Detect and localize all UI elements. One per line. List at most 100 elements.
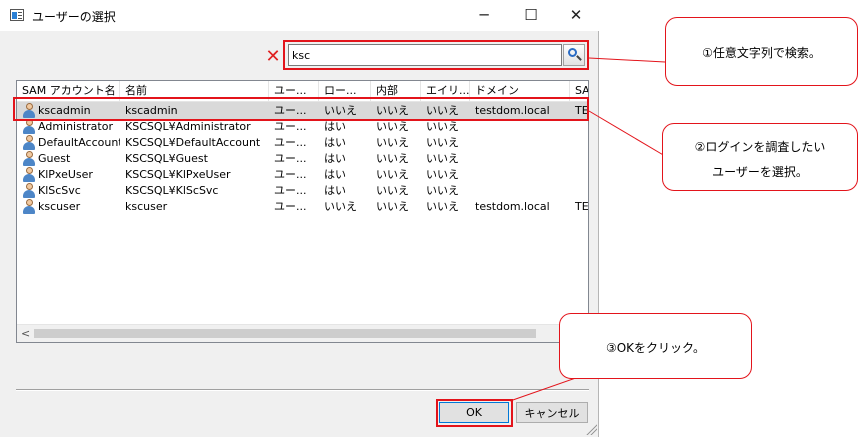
search-input[interactable] [288, 44, 562, 66]
divider [16, 389, 589, 391]
cell-name: kscuser [125, 200, 168, 213]
user-icon [22, 119, 36, 134]
cell-domain [470, 166, 570, 183]
cell-local: はい [324, 184, 346, 197]
app-icon [10, 9, 24, 21]
callout-line: ユーザーを選択。 [712, 165, 808, 179]
cell-name: KSCSQL¥DefaultAccount [125, 136, 261, 149]
cell-sam: kscadmin [38, 104, 91, 117]
callout-ok: ③OKをクリック。 [559, 313, 752, 379]
callout-line: ③OKをクリック。 [605, 341, 706, 355]
dialog-title: ユーザーの選択 [32, 10, 116, 24]
cell-alias: いいえ [426, 136, 459, 149]
horizontal-scrollbar[interactable]: < [17, 324, 588, 342]
user-icon [22, 199, 36, 214]
cell-alias: いいえ [426, 104, 459, 117]
cell-type: ユー... [274, 200, 307, 213]
user-icon [22, 103, 36, 118]
user-select-dialog: ユーザーの選択 ─ ☐ ✕ ✕ SAM アカウント名名前ユー...ロー...内部… [0, 0, 599, 437]
callout-select: ②ログインを調査したい ユーザーを選択。 [662, 123, 858, 191]
cell-domain [470, 150, 570, 167]
cell-domain [470, 134, 570, 151]
cell-internal: いいえ [376, 184, 409, 197]
cell-type: ユー... [274, 104, 307, 117]
cell-local: はい [324, 136, 346, 149]
cell-domain: testdom.local [475, 200, 550, 213]
scrollbar-thumb[interactable] [34, 329, 536, 338]
callout-line: ①任意文字列で検索。 [702, 46, 821, 60]
cell-local: いいえ [324, 200, 357, 213]
cell-domain: testdom.local [475, 104, 550, 117]
cell-sa [570, 166, 588, 183]
cell-sam: Administrator [38, 120, 113, 133]
column-header-sa[interactable]: SA [570, 81, 588, 101]
cell-local: はい [324, 120, 346, 133]
table-row[interactable]: Guest KSCSQL¥Guest ユー... はい いいえ いいえ [17, 150, 588, 167]
table-row[interactable]: kscadmin kscadmin ユー... いいえ いいえ いいえ testdom.lo… [17, 102, 588, 119]
cell-internal: いいえ [376, 152, 409, 165]
cell-internal: いいえ [376, 200, 409, 213]
ok-button[interactable]: OK [439, 402, 509, 423]
cell-type: ユー... [274, 168, 307, 181]
select-leader-line [588, 110, 666, 157]
column-header-type[interactable]: ユー... [269, 81, 319, 101]
cell-name: KSCSQL¥Guest [125, 152, 208, 165]
list-header: SAM アカウント名 名前 ユー... ロー... 内部 エイリ... ドメイン SA [17, 81, 588, 102]
cell-sa: TE [575, 200, 589, 213]
column-header-internal[interactable]: 内部 [371, 81, 421, 101]
cell-name: KSCSQL¥KlPxeUser [125, 168, 231, 181]
cell-alias: いいえ [426, 120, 459, 133]
table-row[interactable]: KlPxeUser KSCSQL¥KlPxeUser ユー... はい いいえ いいえ [17, 166, 588, 183]
cell-sam: KlPxeUser [38, 168, 93, 181]
cell-name: kscadmin [125, 104, 178, 117]
cell-internal: いいえ [376, 104, 409, 117]
close-button[interactable]: ✕ [553, 0, 599, 31]
cell-sam: kscuser [38, 200, 81, 213]
table-row[interactable]: DefaultAccount KSCSQL¥DefaultAccount ユー...… [17, 134, 588, 151]
cell-alias: いいえ [426, 184, 459, 197]
cell-alias: いいえ [426, 152, 459, 165]
cell-type: ユー... [274, 136, 307, 149]
column-header-local[interactable]: ロー... [319, 81, 371, 101]
user-icon [22, 135, 36, 150]
cell-alias: いいえ [426, 168, 459, 181]
cell-alias: いいえ [426, 200, 459, 213]
callout-line: ②ログインを調査したい [694, 140, 826, 154]
cell-type: ユー... [274, 184, 307, 197]
user-icon [22, 167, 36, 182]
cell-sam: Guest [38, 152, 71, 165]
cell-internal: いいえ [376, 168, 409, 181]
column-header-sam[interactable]: SAM アカウント名 [17, 81, 120, 101]
cell-sa [570, 150, 588, 167]
cell-sa [570, 182, 588, 199]
column-header-domain[interactable]: ドメイン [470, 81, 570, 101]
maximize-button[interactable]: ☐ [508, 0, 554, 31]
cell-type: ユー... [274, 152, 307, 165]
cell-type: ユー... [274, 120, 307, 133]
user-icon [22, 151, 36, 166]
column-header-alias[interactable]: エイリ... [421, 81, 470, 101]
table-row[interactable]: Administrator KSCSQL¥Administrator ユー... はい… [17, 118, 588, 135]
scroll-left-icon[interactable]: < [21, 327, 30, 340]
cancel-button[interactable]: キャンセル [516, 402, 588, 423]
cell-sa [570, 134, 588, 151]
cell-name: KSCSQL¥Administrator [125, 120, 251, 133]
cell-internal: いいえ [376, 136, 409, 149]
search-button[interactable] [563, 44, 585, 66]
callout-search: ①任意文字列で検索。 [665, 17, 858, 86]
cell-name: KSCSQL¥KlScSvc [125, 184, 219, 197]
cell-domain [470, 118, 570, 135]
column-header-name[interactable]: 名前 [120, 81, 269, 101]
title-bar: ユーザーの選択 ─ ☐ ✕ [0, 0, 599, 31]
cell-sam: KlScSvc [38, 184, 81, 197]
minimize-button[interactable]: ─ [461, 0, 507, 31]
user-list[interactable]: SAM アカウント名 名前 ユー... ロー... 内部 エイリ... ドメイン SA ksc… [16, 80, 589, 343]
cell-local: はい [324, 168, 346, 181]
table-row[interactable]: KlScSvc KSCSQL¥KlScSvc ユー... はい いいえ いいえ [17, 182, 588, 199]
cell-internal: いいえ [376, 120, 409, 133]
clear-search-icon[interactable]: ✕ [262, 46, 284, 68]
cell-sa [570, 118, 588, 135]
resize-grip-icon[interactable] [585, 423, 597, 435]
search-leader-line [588, 57, 666, 63]
table-row[interactable]: kscuser kscuser ユー... いいえ いいえ いいえ testdom.loca… [17, 198, 588, 215]
